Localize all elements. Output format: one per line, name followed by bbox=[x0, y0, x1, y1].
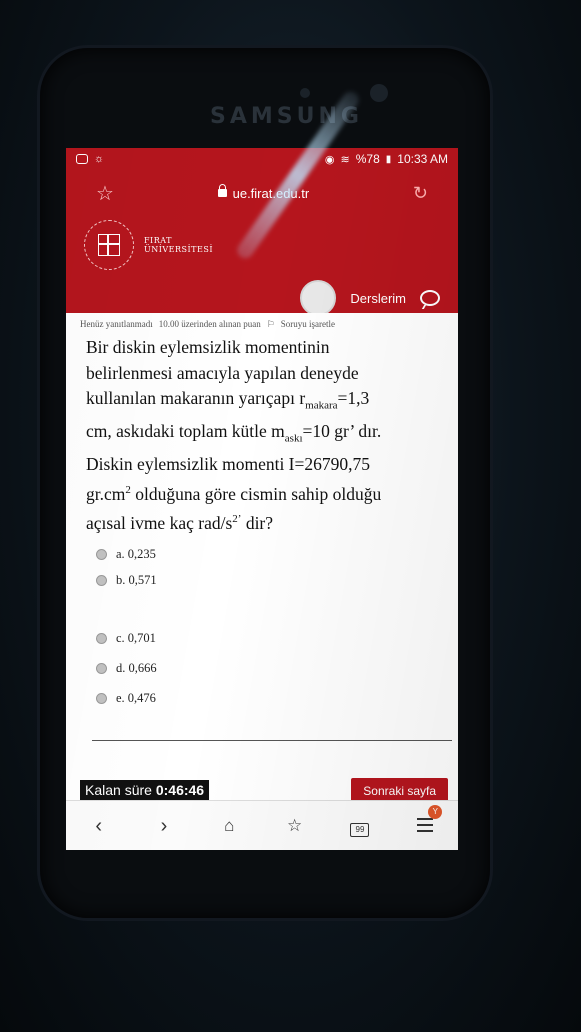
university-logo[interactable]: FIRAT ÜNİVERSİTESİ bbox=[84, 220, 213, 270]
flag-icon[interactable]: ⚐ bbox=[267, 319, 275, 330]
wifi-icon: ≋ bbox=[340, 153, 350, 166]
option-a[interactable]: a. 0,235 bbox=[96, 547, 156, 562]
option-label: a. 0,235 bbox=[116, 547, 156, 561]
front-camera bbox=[370, 84, 388, 102]
forward-icon[interactable]: › bbox=[149, 815, 179, 838]
tabs-button[interactable]: 99 bbox=[345, 815, 375, 838]
radio-button[interactable] bbox=[96, 663, 107, 674]
browser-url-bar: ☆ ue.firat.edu.tr ↻ bbox=[66, 176, 458, 210]
radio-button[interactable] bbox=[96, 633, 107, 644]
chat-icon[interactable] bbox=[420, 290, 440, 306]
quiz-content: Henüz yanıtlanmadı 10.00 üzerinden alına… bbox=[66, 313, 458, 788]
quiz-footer: Kalan süre 0:46:46 Sonraki sayfa bbox=[80, 778, 454, 802]
question-line: belirlenmesi amacıyla yapılan deneyde bbox=[86, 362, 359, 383]
tabs-icon: 99 bbox=[350, 822, 370, 837]
question-line: gr.cm2 olduğuna göre cismin sahip olduğu bbox=[86, 483, 382, 504]
flag-question-link[interactable]: Soruyu işaretle bbox=[281, 319, 335, 330]
radio-button[interactable] bbox=[96, 549, 107, 560]
phone-screen: ☼ ◉ ≋ %78 ▮ 10:33 AM ☆ ue.firat.edu.tr ↻… bbox=[66, 148, 458, 850]
timer-label: Kalan süre bbox=[85, 782, 152, 798]
proximity-sensor bbox=[300, 88, 310, 98]
menu-button[interactable]: Y bbox=[410, 804, 443, 838]
home-icon[interactable]: ⌂ bbox=[214, 816, 244, 836]
settings-icon: ☼ bbox=[94, 153, 105, 165]
radio-button[interactable] bbox=[96, 575, 107, 586]
question-line: Diskin eylemsizlik momenti I=26790,75 bbox=[86, 454, 371, 474]
option-c[interactable]: c. 0,701 bbox=[96, 631, 156, 646]
timer-value: 0:46:46 bbox=[155, 782, 205, 798]
lock-icon bbox=[217, 184, 227, 197]
option-label: b. 0,571 bbox=[116, 573, 157, 587]
question-line: açısal ivme kaç rad/s2’ dir? bbox=[86, 512, 274, 533]
option-label: c. 0,701 bbox=[116, 631, 156, 645]
bookmarks-icon[interactable]: ☆ bbox=[280, 816, 310, 836]
seal-icon bbox=[84, 220, 134, 270]
time-remaining: Kalan süre 0:46:46 bbox=[80, 780, 210, 800]
option-b[interactable]: b. 0,571 bbox=[96, 573, 157, 588]
question-line: kullanılan makaranın yarıçapı rmakara=1,… bbox=[86, 388, 370, 412]
university-name-line2: ÜNİVERSİTESİ bbox=[144, 245, 213, 254]
question-status: Henüz yanıtlanmadı bbox=[80, 319, 153, 329]
question-line: cm, askıdaki toplam kütle maskı=10 gr’ d… bbox=[86, 421, 382, 445]
refresh-icon[interactable]: ↻ bbox=[413, 183, 428, 204]
battery-level: %78 bbox=[355, 152, 380, 166]
next-page-button[interactable]: Sonraki sayfa bbox=[351, 778, 448, 802]
option-d[interactable]: d. 0,666 bbox=[96, 661, 157, 676]
clock: 10:33 AM bbox=[397, 152, 448, 166]
question-line: Bir diskin eylemsizlik momentinin bbox=[86, 337, 330, 357]
option-label: d. 0,666 bbox=[116, 661, 157, 675]
alarm-icon: ◉ bbox=[324, 153, 335, 166]
university-name-line1: FIRAT bbox=[144, 236, 172, 245]
notification-icon bbox=[76, 154, 88, 164]
question-points: 10.00 üzerinden alınan puan bbox=[158, 319, 261, 329]
radio-button[interactable] bbox=[96, 693, 107, 704]
notification-badge: Y bbox=[428, 804, 443, 819]
user-menu: Derslerim bbox=[300, 280, 440, 316]
status-bar: ☼ ◉ ≋ %78 ▮ 10:33 AM bbox=[66, 148, 458, 170]
menu-icon bbox=[417, 817, 434, 832]
bookmark-star-icon[interactable]: ☆ bbox=[96, 181, 114, 206]
avatar[interactable] bbox=[300, 280, 337, 316]
option-label: e. 0,476 bbox=[116, 691, 156, 705]
divider bbox=[92, 740, 452, 741]
browser-nav-bar: ‹ › ⌂ ☆ 99 Y bbox=[66, 800, 458, 850]
battery-icon: ▮ bbox=[385, 153, 392, 165]
question-info: Henüz yanıtlanmadı 10.00 üzerinden alına… bbox=[80, 319, 335, 330]
my-courses-link[interactable]: Derslerim bbox=[350, 291, 406, 306]
back-icon[interactable]: ‹ bbox=[84, 815, 114, 838]
question-text: Bir diskin eylemsizlik momentinin belirl… bbox=[86, 335, 451, 536]
option-e[interactable]: e. 0,476 bbox=[96, 691, 156, 706]
